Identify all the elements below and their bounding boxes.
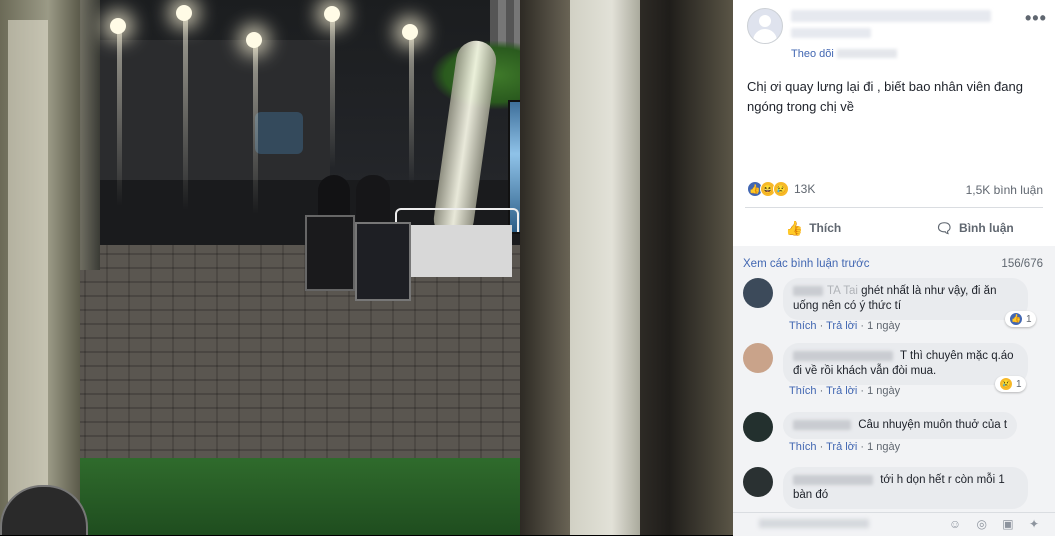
comment-reaction-count: 1: [1016, 378, 1022, 390]
comment-item: tới h dọn hết r còn mỗi 1 bàn đó: [743, 467, 1048, 509]
comment-item: Câu nhuyện muôn thuở của t Thích · Trả l…: [743, 412, 1048, 457]
commenter-avatar[interactable]: [743, 412, 773, 442]
chair-left: [305, 215, 355, 291]
door-glass: [570, 0, 640, 535]
comment-reactions[interactable]: 👍 1: [1005, 311, 1036, 327]
like-label: Thích: [809, 221, 842, 235]
artificial-grass: [75, 458, 520, 535]
sad-reaction-icon: 😢: [999, 377, 1013, 391]
planter: [400, 225, 512, 277]
post-date-blurred[interactable]: [837, 49, 897, 58]
comment-like-link[interactable]: Thích: [789, 320, 817, 332]
sad-reaction-icon: 😢: [773, 181, 789, 197]
comment-reply-link[interactable]: Trả lời: [826, 320, 857, 332]
comment-time[interactable]: 1 ngày: [867, 385, 900, 397]
comment-time[interactable]: 1 ngày: [867, 441, 900, 453]
author-name-blurred[interactable]: [791, 10, 991, 22]
light-beam: [409, 34, 414, 184]
action-bar: 👍 Thích 🗨 Bình luận: [733, 213, 1055, 243]
string-light: [324, 6, 340, 22]
commenter-name-blurred[interactable]: [793, 350, 893, 361]
commenter-name-blurred[interactable]: [793, 474, 873, 485]
comment-bubble: tới h dọn hết r còn mỗi 1 bàn đó: [783, 467, 1028, 509]
string-light: [246, 32, 262, 48]
comment-reactions[interactable]: 😢 1: [995, 376, 1026, 392]
comment-item: T thì chuyên mặc q.áo đi về rồi khách vẫ…: [743, 343, 1048, 403]
commenter-avatar[interactable]: [743, 467, 773, 497]
like-button[interactable]: 👍 Thích: [733, 213, 894, 243]
reaction-count: 13K: [794, 182, 816, 196]
comment-button[interactable]: 🗨 Bình luận: [894, 213, 1055, 243]
reaction-summary[interactable]: 👍 😆 😢 13K: [747, 181, 815, 197]
post-text: Chị ơi quay lưng lại đi , biết bao nhân …: [747, 79, 1023, 114]
left-pillar-highlight: [8, 20, 48, 535]
comment-time[interactable]: 1 ngày: [867, 320, 900, 332]
write-comment-placeholder-blurred[interactable]: [759, 519, 869, 528]
building: [100, 40, 330, 180]
commenter-avatar[interactable]: [743, 278, 773, 308]
string-light: [176, 5, 192, 21]
comment-like-link[interactable]: Thích: [789, 385, 817, 397]
comment-bubble: TA Tai ghét nhất là như vậy, đi ăn uống …: [783, 278, 1028, 320]
comment-text: ghét nhất là như vậy, đi ăn uống nên có …: [793, 285, 997, 312]
group-name-blurred[interactable]: [791, 28, 871, 38]
comment-text: Câu nhuyện muôn thuở của t: [858, 419, 1008, 431]
string-light: [402, 24, 418, 40]
commenter-name-fragment[interactable]: TA Tai: [827, 285, 858, 297]
comments-section: Xem các bình luận trước 156/676 TA Tai g…: [733, 246, 1055, 536]
post-header: Theo dõi •••: [745, 8, 1047, 68]
commenter-name-blurred[interactable]: [793, 285, 823, 296]
comment-reaction-count: 1: [1026, 313, 1032, 325]
thumbs-up-icon: 👍: [785, 219, 804, 236]
comment-reply-link[interactable]: Trả lời: [826, 385, 857, 397]
divider: [745, 207, 1043, 208]
follow-link[interactable]: Theo dõi: [791, 48, 834, 60]
car: [255, 112, 303, 154]
post-side-panel: Theo dõi ••• Chị ơi quay lưng lại đi , b…: [733, 0, 1055, 536]
author-avatar[interactable]: [747, 8, 783, 44]
comment-like-link[interactable]: Thích: [789, 441, 817, 453]
like-reaction-icon: 👍: [1009, 312, 1023, 326]
comment-meta: Thích · Trả lời · 1 ngày: [789, 441, 901, 453]
comment-bubble: T thì chuyên mặc q.áo đi về rồi khách vẫ…: [783, 343, 1028, 385]
speech-bubble-icon: 🗨: [935, 219, 954, 236]
light-beam: [253, 44, 258, 214]
comment-bubble: Câu nhuyện muôn thuở của t: [783, 412, 1018, 439]
comment-meta: Thích · Trả lời · 1 ngày: [789, 385, 901, 397]
comment-label: Bình luận: [959, 221, 1014, 235]
commenter-avatar[interactable]: [743, 343, 773, 373]
chair-right: [355, 222, 411, 301]
composer-icons[interactable]: ☺ ◎ ▣ ✦: [949, 517, 1045, 531]
commenter-name-blurred[interactable]: [793, 419, 851, 430]
comment-item: TA Tai ghét nhất là như vậy, đi ăn uống …: [743, 278, 1048, 338]
more-options-icon[interactable]: •••: [1025, 8, 1047, 29]
post-photo[interactable]: [0, 0, 733, 535]
string-light: [110, 18, 126, 34]
comment-count[interactable]: 1,5K bình luận: [966, 183, 1043, 197]
light-beam: [117, 26, 122, 206]
light-beam: [183, 20, 188, 210]
comment-page-count: 156/676: [1001, 258, 1043, 270]
view-previous-comments-link[interactable]: Xem các bình luận trước: [743, 258, 869, 270]
comment-meta: Thích · Trả lời · 1 ngày: [789, 320, 901, 332]
light-beam: [330, 18, 335, 168]
write-comment-bar[interactable]: ☺ ◎ ▣ ✦: [733, 512, 1055, 536]
comment-reply-link[interactable]: Trả lời: [826, 441, 857, 453]
